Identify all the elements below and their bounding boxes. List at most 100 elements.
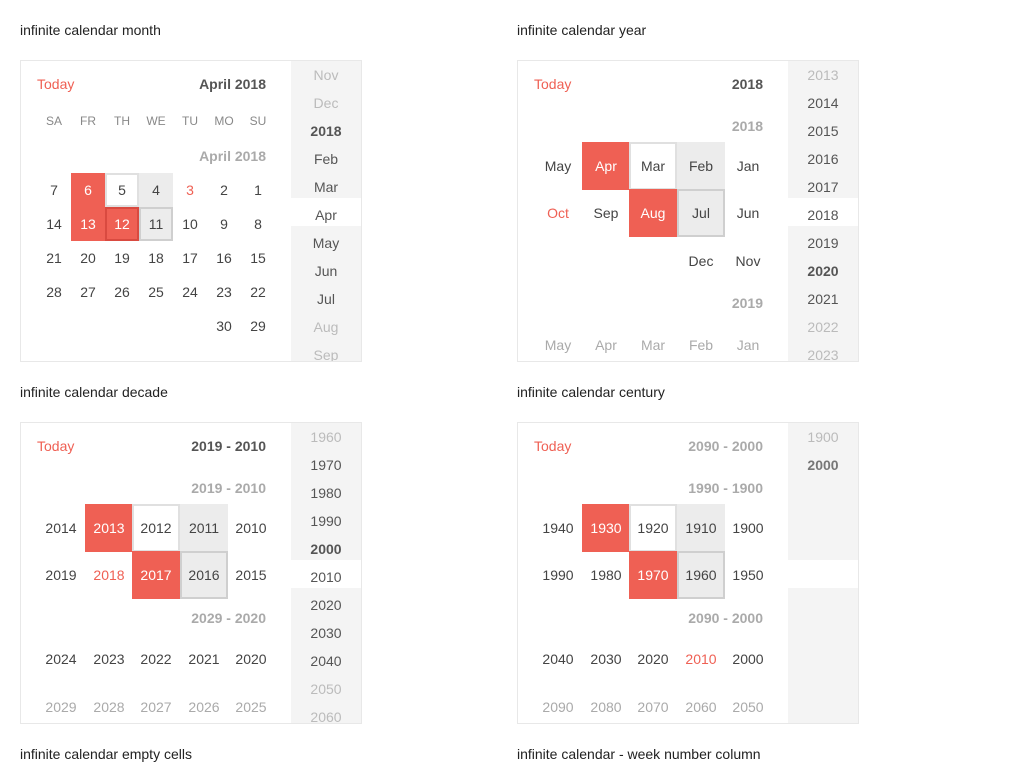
day-cell[interactable]: 14 <box>37 207 71 241</box>
day-cell[interactable]: 1 <box>241 173 275 207</box>
decade-cell[interactable]: 2070 <box>629 683 677 723</box>
day-cell[interactable]: 26 <box>105 275 139 309</box>
day-cell[interactable]: 17 <box>173 241 207 275</box>
year-cell[interactable]: 2029 <box>37 683 85 723</box>
month-cell[interactable]: Jan <box>724 142 772 190</box>
month-cell[interactable]: May <box>534 142 582 190</box>
sidebar-item[interactable]: Aug <box>291 313 361 341</box>
decade-cell[interactable]: 1940 <box>534 504 582 552</box>
day-cell[interactable]: 22 <box>241 275 275 309</box>
month-cell[interactable]: Feb <box>677 142 725 190</box>
sidebar-item-year[interactable]: 2018 <box>291 117 361 145</box>
sidebar-item-current[interactable]: Apr <box>291 201 361 229</box>
month-cell[interactable]: Sep <box>582 189 630 237</box>
day-cell[interactable]: 19 <box>105 241 139 275</box>
sidebar-item[interactable]: May <box>291 229 361 257</box>
day-cell[interactable]: 15 <box>241 241 275 275</box>
sidebar-item[interactable]: 1980 <box>291 479 361 507</box>
sidebar-item[interactable]: Dec <box>291 89 361 117</box>
sidebar-item[interactable]: 2013 <box>788 61 858 89</box>
day-cell-selected[interactable]: 12 <box>105 207 139 241</box>
sidebar-item-current[interactable]: 2010 <box>291 563 361 591</box>
day-cell[interactable]: 23 <box>207 275 241 309</box>
sidebar-item-millennium[interactable]: 2000 <box>788 451 858 479</box>
month-cell-selected[interactable]: Apr <box>582 142 630 190</box>
day-cell[interactable]: 10 <box>173 207 207 241</box>
year-cell[interactable]: 2020 <box>227 635 275 683</box>
sidebar-item[interactable]: 1990 <box>291 507 361 535</box>
sidebar-item[interactable]: 2023 <box>788 341 858 361</box>
sidebar-item[interactable]: 2050 <box>291 675 361 703</box>
year-cell[interactable]: 2014 <box>37 504 85 552</box>
sidebar-item-century[interactable]: 2000 <box>291 535 361 563</box>
sidebar-item[interactable]: 1960 <box>291 423 361 451</box>
year-cell[interactable]: 2024 <box>37 635 85 683</box>
sidebar-item[interactable]: 2022 <box>788 313 858 341</box>
day-cell[interactable]: 28 <box>37 275 71 309</box>
day-cell[interactable]: 18 <box>139 241 173 275</box>
sidebar-item[interactable]: 2060 <box>291 703 361 723</box>
day-cell[interactable]: 24 <box>173 275 207 309</box>
month-cell[interactable]: Jul <box>677 189 725 237</box>
day-cell-selected[interactable]: 13 <box>71 207 105 241</box>
sidebar-item[interactable]: 2020 <box>291 591 361 619</box>
sidebar-item[interactable]: Nov <box>291 61 361 89</box>
year-cell-selected[interactable]: 2013 <box>85 504 133 552</box>
sidebar-item[interactable]: Jul <box>291 285 361 313</box>
day-cell[interactable]: 11 <box>139 207 173 241</box>
sidebar-item-current[interactable]: 2018 <box>788 201 858 229</box>
decade-cell[interactable]: 2060 <box>677 683 725 723</box>
month-cell[interactable]: Mar <box>629 321 677 361</box>
month-cell[interactable]: May <box>534 321 582 361</box>
year-cell-selected[interactable]: 2017 <box>132 551 180 599</box>
month-cell[interactable]: Jan <box>724 321 772 361</box>
year-cell[interactable]: 2027 <box>132 683 180 723</box>
sidebar-item[interactable]: Feb <box>291 145 361 173</box>
sidebar-item-decade[interactable]: 2020 <box>788 257 858 285</box>
year-cell[interactable]: 2025 <box>227 683 275 723</box>
sidebar-item[interactable]: 2016 <box>788 145 858 173</box>
month-cell[interactable]: Nov <box>724 237 772 285</box>
decade-cell[interactable]: 2030 <box>582 635 630 683</box>
decade-cell[interactable]: 1910 <box>677 504 725 552</box>
day-cell[interactable]: 9 <box>207 207 241 241</box>
today-button[interactable]: Today <box>37 438 74 454</box>
decade-cell[interactable]: 2000 <box>724 635 772 683</box>
sidebar-item[interactable]: 2017 <box>788 173 858 201</box>
day-cell-today[interactable]: 3 <box>173 173 207 207</box>
sidebar-item[interactable]: Mar <box>291 173 361 201</box>
year-cell-current[interactable]: 2018 <box>85 551 133 599</box>
day-cell[interactable]: 30 <box>207 309 241 343</box>
year-cell[interactable]: 2019 <box>37 551 85 599</box>
year-cell[interactable]: 2016 <box>180 551 228 599</box>
today-button[interactable]: Today <box>534 438 571 454</box>
decade-cell[interactable]: 2040 <box>534 635 582 683</box>
today-button[interactable]: Today <box>37 76 74 92</box>
decade-cell[interactable]: 1920 <box>629 504 677 552</box>
decade-cell[interactable]: 2080 <box>582 683 630 723</box>
month-cell-current[interactable]: Oct <box>534 189 582 237</box>
decade-cell[interactable]: 1900 <box>724 504 772 552</box>
day-cell[interactable]: 16 <box>207 241 241 275</box>
year-cell[interactable]: 2011 <box>180 504 228 552</box>
year-cell[interactable]: 2010 <box>227 504 275 552</box>
day-cell[interactable]: 25 <box>139 275 173 309</box>
sidebar-item[interactable]: 2015 <box>788 117 858 145</box>
decade-cell[interactable]: 1950 <box>724 551 772 599</box>
today-button[interactable]: Today <box>534 76 571 92</box>
year-cell[interactable]: 2026 <box>180 683 228 723</box>
year-cell[interactable]: 2023 <box>85 635 133 683</box>
year-cell[interactable]: 2022 <box>132 635 180 683</box>
decade-cell-selected[interactable]: 1970 <box>629 551 677 599</box>
sidebar-item[interactable]: 2030 <box>291 619 361 647</box>
sidebar-item[interactable]: Jun <box>291 257 361 285</box>
day-cell[interactable]: 5 <box>105 173 139 207</box>
year-cell[interactable]: 2021 <box>180 635 228 683</box>
day-cell[interactable]: 7 <box>37 173 71 207</box>
year-cell[interactable]: 2028 <box>85 683 133 723</box>
day-cell[interactable]: 2 <box>207 173 241 207</box>
day-cell-selected[interactable]: 6 <box>71 173 105 207</box>
sidebar-item[interactable]: 2019 <box>788 229 858 257</box>
day-cell[interactable]: 4 <box>139 173 173 207</box>
year-cell[interactable]: 2015 <box>227 551 275 599</box>
